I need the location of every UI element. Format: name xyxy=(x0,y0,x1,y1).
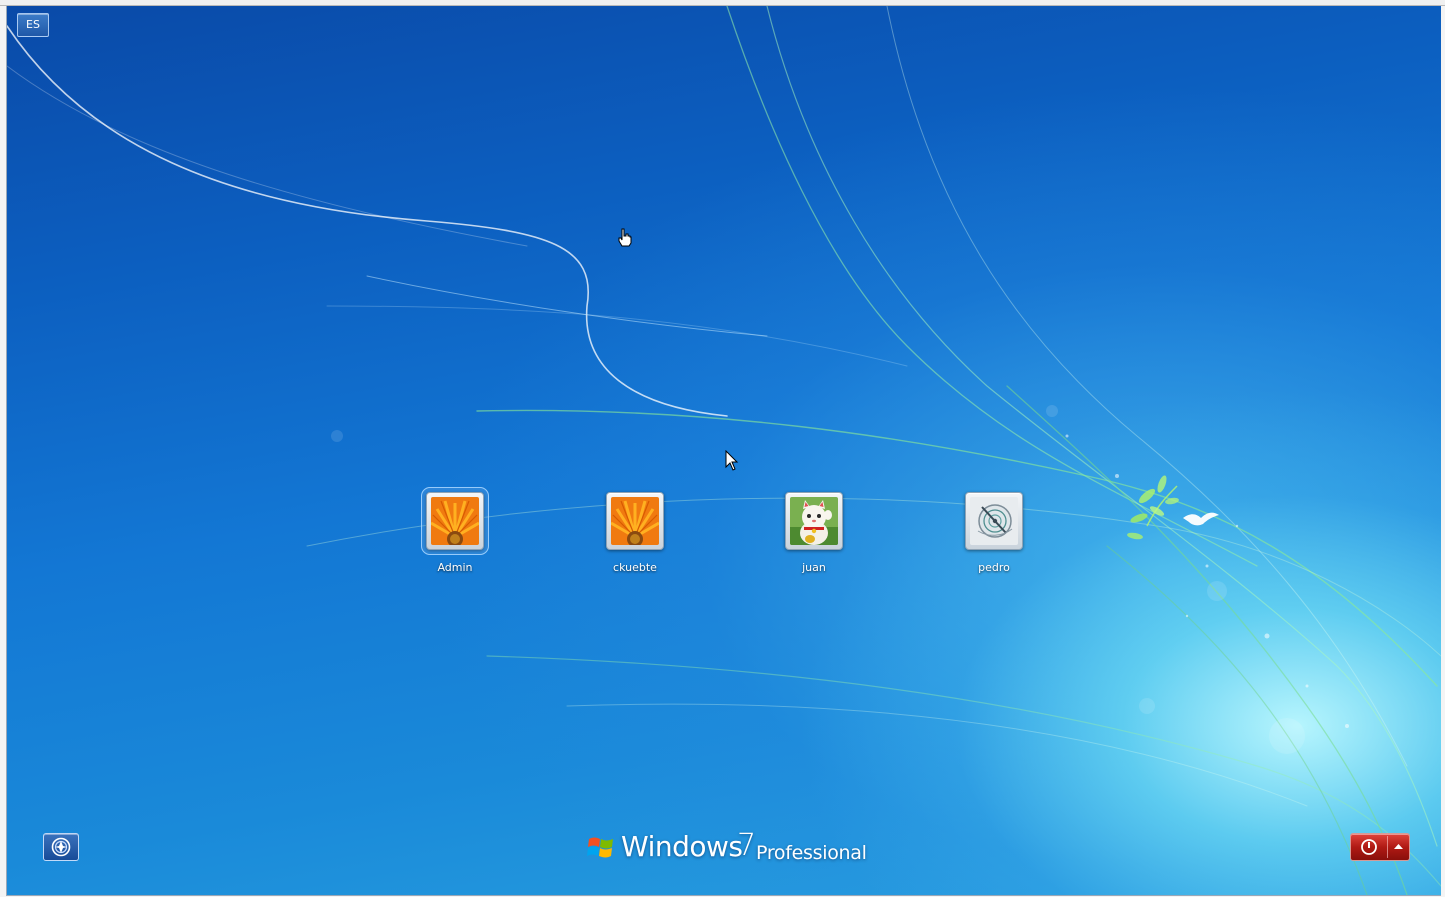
windows-flag-icon xyxy=(587,837,613,858)
user-name-label: pedro xyxy=(978,561,1010,574)
user-name-label: juan xyxy=(802,561,826,574)
ease-of-access-icon xyxy=(51,837,71,857)
user-picture-frame[interactable] xyxy=(421,487,489,555)
user-picture-frame[interactable] xyxy=(606,492,664,550)
keyboard-language-button[interactable]: ES xyxy=(17,13,49,37)
orange-flower-picture xyxy=(431,497,479,545)
brand-product: Windows xyxy=(621,830,743,863)
power-icon xyxy=(1361,839,1377,855)
user-tile-ckuebte[interactable]: ckuebte xyxy=(585,492,685,574)
lucky-cat-picture xyxy=(790,497,838,545)
shutdown-options-button[interactable] xyxy=(1388,834,1409,860)
background-art xyxy=(7,6,1441,895)
user-tile-admin[interactable]: Admin xyxy=(405,487,505,574)
window-frame: ES Admin ckuebte juan pedro Windows 7 Pr… xyxy=(0,0,1445,897)
compass-disc-picture xyxy=(970,497,1018,545)
user-name-label: Admin xyxy=(437,561,473,574)
shutdown-button[interactable] xyxy=(1351,834,1387,860)
logon-screen: ES Admin ckuebte juan pedro Windows 7 Pr… xyxy=(6,6,1441,896)
user-picture-frame[interactable] xyxy=(785,492,843,550)
arrow-cursor-icon xyxy=(725,450,739,471)
shutdown-button-group xyxy=(1350,833,1410,861)
brand-version: 7 xyxy=(737,828,757,863)
ease-of-access-button[interactable] xyxy=(43,833,79,861)
user-picture-frame[interactable] xyxy=(965,492,1023,550)
user-tile-juan[interactable]: juan xyxy=(764,492,864,574)
hand-cursor-icon xyxy=(618,228,632,247)
brand-edition: Professional xyxy=(756,842,867,864)
user-tile-pedro[interactable]: pedro xyxy=(944,492,1044,574)
user-name-label: ckuebte xyxy=(613,561,657,574)
caret-up-icon xyxy=(1394,844,1403,849)
orange-flower-picture xyxy=(611,497,659,545)
